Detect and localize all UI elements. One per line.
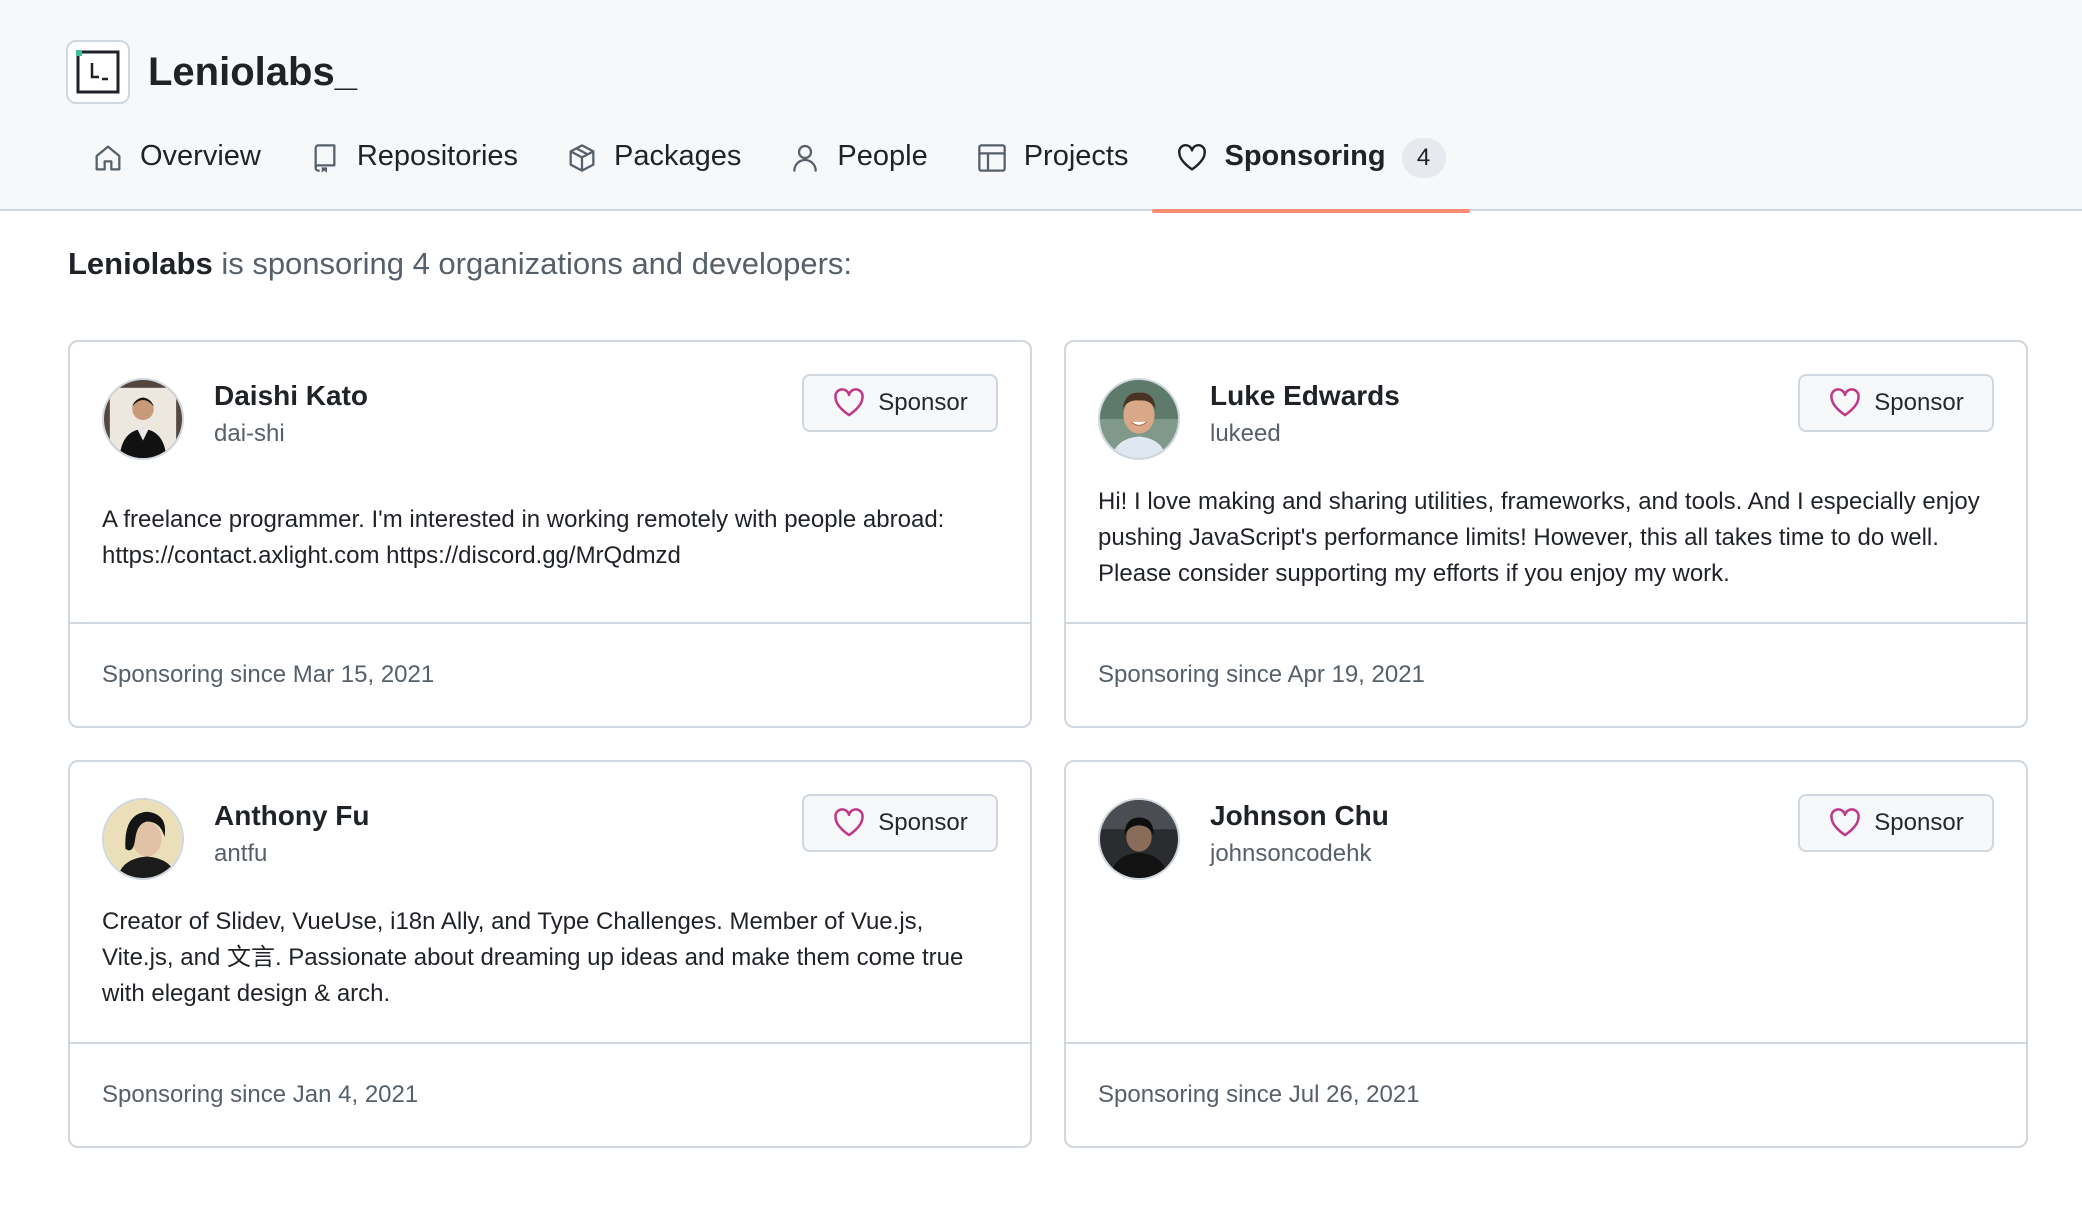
avatar-johnson-chu — [1100, 800, 1178, 878]
avatar[interactable] — [1098, 798, 1180, 880]
sponsor-button[interactable]: Sponsor — [802, 374, 998, 432]
heart-icon — [834, 388, 865, 417]
sponsoree-name[interactable]: Luke Edwards — [1210, 380, 1400, 412]
org-name[interactable]: Leniolabs_ — [148, 50, 357, 95]
summary-text: is sponsoring 4 organizations and develo… — [212, 246, 853, 281]
org-logo[interactable] — [66, 40, 130, 104]
repo-icon — [314, 144, 336, 173]
tab-people[interactable]: People — [765, 130, 951, 211]
sponsoree-name[interactable]: Johnson Chu — [1210, 800, 1389, 832]
avatar[interactable] — [102, 378, 184, 460]
tab-label: Repositories — [356, 140, 519, 172]
sponsoree-bio: Hi! I love making and sharing utilities,… — [1098, 488, 1980, 587]
sponsor-button-label: Sponsor — [878, 389, 968, 416]
card-body: Johnson Chu johnsoncodehk Sponsor — [1066, 762, 2026, 1044]
org-identity: Leniolabs_ — [66, 40, 357, 104]
sponsoree-bio: Creator of Slidev, VueUse, i18n Ally, an… — [102, 908, 964, 1007]
heart-icon — [1830, 388, 1861, 417]
sponsorship-card: Luke Edwards lukeed Sponsor Hi! I love m… — [1064, 340, 2028, 728]
card-footer: Sponsoring since Apr 19, 2021 — [1066, 622, 2026, 726]
heart-icon — [1830, 808, 1861, 837]
sponsor-button[interactable]: Sponsor — [1798, 794, 1994, 852]
package-icon — [569, 144, 595, 172]
sponsoree-login[interactable]: lukeed — [1210, 420, 1281, 448]
tab-projects[interactable]: Projects — [952, 130, 1153, 211]
sponsor-button[interactable]: Sponsor — [1798, 374, 1994, 432]
summary-org-name[interactable]: Leniolabs — [68, 246, 213, 281]
sponsor-button-label: Sponsor — [1874, 809, 1964, 836]
sponsoring-summary: Leniolabs is sponsoring 4 organizations … — [68, 246, 852, 282]
card-footer: Sponsoring since Mar 15, 2021 — [70, 622, 1030, 726]
avatar-luke-edwards — [1100, 380, 1178, 458]
heart-icon — [834, 808, 865, 837]
card-body: Anthony Fu antfu Sponsor Creator of Slid… — [70, 762, 1030, 1044]
org-header: Leniolabs_ Overview Repositories Package… — [0, 0, 2082, 213]
sponsoree-login[interactable]: johnsoncodehk — [1210, 840, 1371, 868]
tab-overview[interactable]: Overview — [68, 130, 285, 211]
tab-label: People — [837, 140, 928, 172]
tab-packages[interactable]: Packages — [542, 130, 765, 211]
avatar[interactable] — [1098, 378, 1180, 460]
sponsorship-card: Daishi Kato dai-shi Sponsor A freelance … — [68, 340, 1032, 728]
table-icon — [977, 144, 1006, 172]
heart-icon — [1178, 144, 1207, 171]
card-body: Luke Edwards lukeed Sponsor Hi! I love m… — [1066, 342, 2026, 624]
avatar-anthony-fu — [104, 800, 182, 878]
card-footer: Sponsoring since Jan 4, 2021 — [70, 1042, 1030, 1146]
sponsoree-login[interactable]: antfu — [214, 840, 267, 868]
sponsor-button[interactable]: Sponsor — [802, 794, 998, 852]
sponsorship-card: Johnson Chu johnsoncodehk Sponsor Sponso… — [1064, 760, 2028, 1148]
org-nav-tabs: Overview Repositories Packages People Pr… — [68, 130, 1470, 213]
person-icon — [793, 144, 818, 172]
sponsoring-since: Sponsoring since Jan 4, 2021 — [102, 1081, 419, 1108]
tab-label: Projects — [1023, 140, 1129, 172]
tab-sponsoring[interactable]: Sponsoring 4 — [1152, 130, 1470, 213]
tab-label: Overview — [140, 140, 261, 172]
sponsorship-card: Anthony Fu antfu Sponsor Creator of Slid… — [68, 760, 1032, 1148]
sponsoring-count-badge: 4 — [1401, 138, 1446, 178]
tab-label: Sponsoring — [1224, 140, 1386, 172]
sponsor-button-label: Sponsor — [1874, 389, 1964, 416]
card-footer: Sponsoring since Jul 26, 2021 — [1066, 1042, 2026, 1146]
avatar-daishi-kato — [104, 380, 182, 458]
sponsoree-bio: A freelance programmer. I'm interested i… — [102, 506, 945, 569]
sponsoree-login[interactable]: dai-shi — [214, 420, 285, 448]
tab-label: Packages — [614, 140, 742, 172]
sponsoree-name[interactable]: Anthony Fu — [214, 800, 370, 832]
sponsor-button-label: Sponsor — [878, 809, 968, 836]
avatar[interactable] — [102, 798, 184, 880]
card-body: Daishi Kato dai-shi Sponsor A freelance … — [70, 342, 1030, 624]
sponsoring-since: Sponsoring since Jul 26, 2021 — [1098, 1081, 1420, 1108]
sponsoring-since: Sponsoring since Apr 19, 2021 — [1098, 661, 1425, 688]
sponsoring-since: Sponsoring since Mar 15, 2021 — [102, 661, 435, 688]
tab-repositories[interactable]: Repositories — [285, 130, 542, 211]
sponsoree-name[interactable]: Daishi Kato — [214, 380, 368, 412]
home-icon — [95, 145, 121, 171]
leniolabs-logo-icon — [76, 50, 120, 94]
